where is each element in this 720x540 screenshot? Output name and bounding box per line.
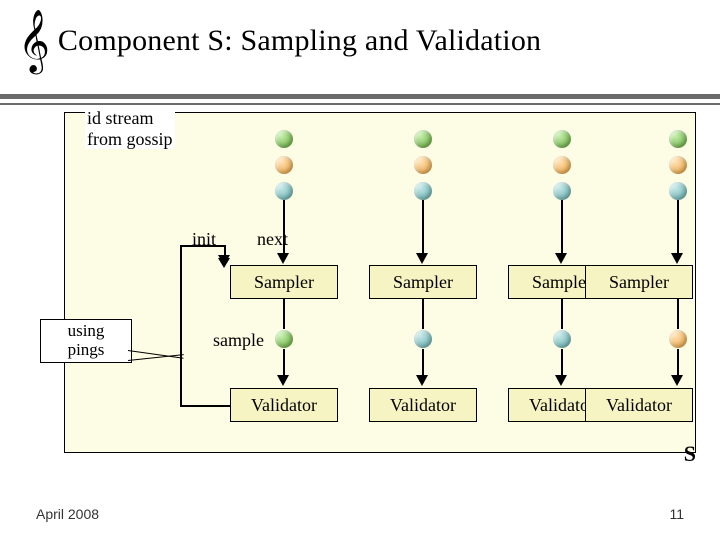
arrow-down-icon	[671, 375, 683, 386]
arrow-down-icon	[277, 253, 289, 264]
init-label: init	[192, 229, 216, 250]
slide-title: Component S: Sampling and Validation	[58, 24, 541, 58]
node-green-icon	[275, 130, 293, 148]
arrow-down-icon	[277, 375, 289, 386]
slide: 𝄞 Component S: Sampling and Validation i…	[0, 0, 720, 540]
sample-line	[561, 299, 563, 329]
sample-line	[283, 299, 285, 329]
sample-line	[677, 299, 679, 329]
sampler-box: Sampler	[585, 265, 693, 299]
stream-line	[561, 200, 563, 255]
node-orange-icon	[275, 156, 293, 174]
arrow-down-icon	[555, 375, 567, 386]
node-green-icon	[669, 130, 687, 148]
node-green-icon	[414, 130, 432, 148]
sample-ball-icon	[553, 330, 571, 348]
init-loop-line	[180, 405, 230, 407]
next-label: next	[257, 229, 288, 250]
sampler-box: Sampler	[230, 265, 338, 299]
component-s-label: S	[684, 441, 696, 467]
arrow-down-icon	[555, 253, 567, 264]
title-rule-thin	[0, 103, 720, 105]
validator-box: Validator	[585, 388, 693, 422]
sample-ball-icon	[275, 330, 293, 348]
arrow-down-icon	[416, 253, 428, 264]
node-blue-icon	[275, 182, 293, 200]
sample-line	[283, 349, 285, 377]
sample-line	[422, 349, 424, 377]
node-orange-icon	[414, 156, 432, 174]
id-stream-label: id stream from gossip	[85, 108, 175, 149]
stream-line	[677, 200, 679, 255]
sampler-box: Sampler	[369, 265, 477, 299]
sample-line	[561, 349, 563, 377]
init-loop-line	[180, 245, 224, 247]
arrow-down-icon	[416, 375, 428, 386]
node-blue-icon	[669, 182, 687, 200]
validator-box: Validator	[230, 388, 338, 422]
arrow-down-icon	[218, 258, 230, 268]
title-row: 𝄞 Component S: Sampling and Validation	[0, 0, 720, 76]
treble-clef-icon: 𝄞	[18, 14, 50, 68]
sample-label: sample	[213, 330, 264, 351]
pings-callout: using pings	[40, 319, 132, 363]
validator-box: Validator	[369, 388, 477, 422]
sample-line	[677, 349, 679, 377]
node-blue-icon	[414, 182, 432, 200]
init-loop-line	[180, 245, 182, 406]
arrow-down-icon	[671, 253, 683, 264]
node-green-icon	[553, 130, 571, 148]
sample-line	[422, 299, 424, 329]
stream-line	[422, 200, 424, 255]
footer-page-number: 11	[669, 506, 684, 522]
footer-date: April 2008	[36, 506, 99, 522]
node-orange-icon	[553, 156, 571, 174]
sample-ball-icon	[669, 330, 687, 348]
title-rule-thick	[0, 94, 720, 99]
node-orange-icon	[669, 156, 687, 174]
node-blue-icon	[553, 182, 571, 200]
sample-ball-icon	[414, 330, 432, 348]
